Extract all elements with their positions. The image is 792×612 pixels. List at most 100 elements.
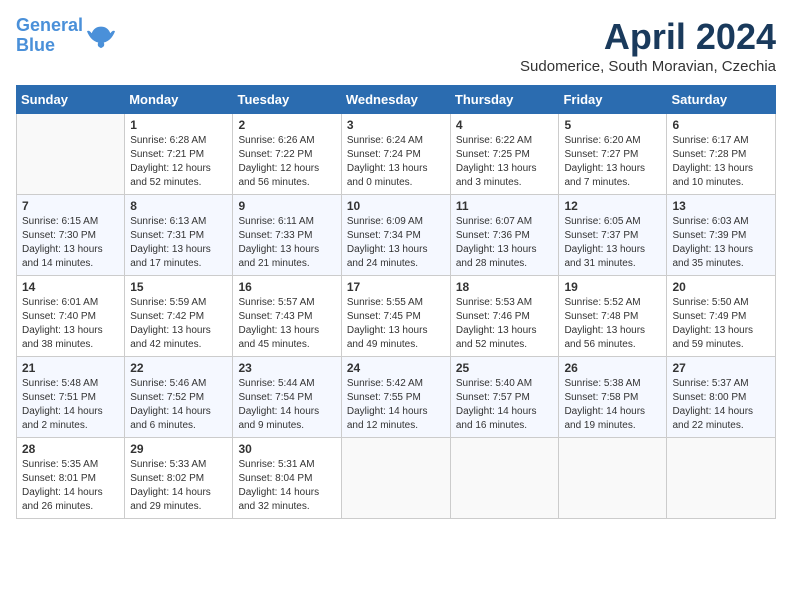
- week-row-3: 14 Sunrise: 6:01 AM Sunset: 7:40 PM Dayli…: [17, 276, 776, 357]
- day-content: Sunrise: 6:22 AM Sunset: 7:25 PM Dayligh…: [456, 134, 554, 190]
- day-number: 20: [672, 280, 770, 294]
- weekday-header-friday: Friday: [559, 86, 667, 114]
- day-number: 2: [238, 118, 335, 132]
- weekday-header-monday: Monday: [125, 86, 233, 114]
- calendar-cell: [667, 438, 776, 519]
- day-content: Sunrise: 5:46 AM Sunset: 7:52 PM Dayligh…: [130, 377, 227, 433]
- day-content: Sunrise: 5:55 AM Sunset: 7:45 PM Dayligh…: [347, 296, 445, 352]
- day-content: Sunrise: 5:57 AM Sunset: 7:43 PM Dayligh…: [238, 296, 335, 352]
- day-content: Sunrise: 6:09 AM Sunset: 7:34 PM Dayligh…: [347, 215, 445, 271]
- day-content: Sunrise: 5:38 AM Sunset: 7:58 PM Dayligh…: [564, 377, 661, 433]
- day-number: 4: [456, 118, 554, 132]
- day-content: Sunrise: 6:03 AM Sunset: 7:39 PM Dayligh…: [672, 215, 770, 271]
- weekday-header-row: SundayMondayTuesdayWednesdayThursdayFrid…: [17, 86, 776, 114]
- day-content: Sunrise: 6:05 AM Sunset: 7:37 PM Dayligh…: [564, 215, 661, 271]
- day-content: Sunrise: 6:26 AM Sunset: 7:22 PM Dayligh…: [238, 134, 335, 190]
- day-content: Sunrise: 6:01 AM Sunset: 7:40 PM Dayligh…: [22, 296, 119, 352]
- calendar-cell: 25Sunrise: 5:40 AM Sunset: 7:57 PM Dayli…: [450, 357, 559, 438]
- calendar-cell: 21 Sunrise: 5:48 AM Sunset: 7:51 PM Dayli…: [17, 357, 125, 438]
- day-number: 15: [130, 280, 227, 294]
- day-content: Sunrise: 6:20 AM Sunset: 7:27 PM Dayligh…: [564, 134, 661, 190]
- day-number: 12: [564, 199, 661, 213]
- week-row-2: 7 Sunrise: 6:15 AM Sunset: 7:30 PM Daylig…: [17, 195, 776, 276]
- day-content: Sunrise: 6:11 AM Sunset: 7:33 PM Dayligh…: [238, 215, 335, 271]
- day-number: 24: [347, 361, 445, 375]
- day-content: Sunrise: 6:13 AM Sunset: 7:31 PM Dayligh…: [130, 215, 227, 271]
- calendar-cell: 10 Sunrise: 6:09 AM Sunset: 7:34 PM Dayli…: [341, 195, 450, 276]
- day-content: Sunrise: 5:44 AM Sunset: 7:54 PM Dayligh…: [238, 377, 335, 433]
- day-content: Sunrise: 5:48 AM Sunset: 7:51 PM Dayligh…: [22, 377, 119, 433]
- calendar-cell: 11 Sunrise: 6:07 AM Sunset: 7:36 PM Dayli…: [450, 195, 559, 276]
- day-number: 11: [456, 199, 554, 213]
- title-block: April 2024 Sudomerice, South Moravian, C…: [520, 16, 776, 75]
- calendar-cell: 20 Sunrise: 5:50 AM Sunset: 7:49 PM Dayli…: [667, 276, 776, 357]
- day-content: Sunrise: 6:28 AM Sunset: 7:21 PM Dayligh…: [130, 134, 227, 190]
- calendar-cell: 5 Sunrise: 6:20 AM Sunset: 7:27 PM Daylig…: [559, 114, 667, 195]
- calendar-cell: 8 Sunrise: 6:13 AM Sunset: 7:31 PM Daylig…: [125, 195, 233, 276]
- calendar-cell: 4 Sunrise: 6:22 AM Sunset: 7:25 PM Daylig…: [450, 114, 559, 195]
- day-number: 3: [347, 118, 445, 132]
- day-content: Sunrise: 5:33 AM Sunset: 8:02 PM Dayligh…: [130, 458, 227, 514]
- day-number: 1: [130, 118, 227, 132]
- weekday-header-thursday: Thursday: [450, 86, 559, 114]
- day-content: Sunrise: 5:50 AM Sunset: 7:49 PM Dayligh…: [672, 296, 770, 352]
- day-content: Sunrise: 5:42 AM Sunset: 7:55 PM Dayligh…: [347, 377, 445, 433]
- day-number: 25: [456, 361, 554, 375]
- calendar-cell: 18Sunrise: 5:53 AM Sunset: 7:46 PM Dayli…: [450, 276, 559, 357]
- calendar-cell: [17, 114, 125, 195]
- logo-text: GeneralBlue: [16, 16, 83, 56]
- day-content: Sunrise: 6:15 AM Sunset: 7:30 PM Dayligh…: [22, 215, 119, 271]
- calendar-cell: 12 Sunrise: 6:05 AM Sunset: 7:37 PM Dayli…: [559, 195, 667, 276]
- day-number: 16: [238, 280, 335, 294]
- day-number: 7: [22, 199, 119, 213]
- day-number: 9: [238, 199, 335, 213]
- calendar-cell: 13 Sunrise: 6:03 AM Sunset: 7:39 PM Dayli…: [667, 195, 776, 276]
- calendar-cell: 9 Sunrise: 6:11 AM Sunset: 7:33 PM Daylig…: [233, 195, 341, 276]
- weekday-header-wednesday: Wednesday: [341, 86, 450, 114]
- calendar-cell: 30Sunrise: 5:31 AM Sunset: 8:04 PM Dayli…: [233, 438, 341, 519]
- calendar-cell: 17 Sunrise: 5:55 AM Sunset: 7:45 PM Dayli…: [341, 276, 450, 357]
- calendar-cell: 29 Sunrise: 5:33 AM Sunset: 8:02 PM Dayli…: [125, 438, 233, 519]
- calendar-cell: 27 Sunrise: 5:37 AM Sunset: 8:00 PM Dayli…: [667, 357, 776, 438]
- calendar-cell: 28Sunrise: 5:35 AM Sunset: 8:01 PM Dayli…: [17, 438, 125, 519]
- weekday-header-sunday: Sunday: [17, 86, 125, 114]
- calendar-cell: 24 Sunrise: 5:42 AM Sunset: 7:55 PM Dayli…: [341, 357, 450, 438]
- day-number: 30: [238, 442, 335, 456]
- day-number: 14: [22, 280, 119, 294]
- day-content: Sunrise: 5:35 AM Sunset: 8:01 PM Dayligh…: [22, 458, 119, 514]
- day-number: 5: [564, 118, 661, 132]
- day-number: 26: [564, 361, 661, 375]
- day-content: Sunrise: 5:52 AM Sunset: 7:48 PM Dayligh…: [564, 296, 661, 352]
- day-content: Sunrise: 5:37 AM Sunset: 8:00 PM Dayligh…: [672, 377, 770, 433]
- day-number: 13: [672, 199, 770, 213]
- day-number: 21: [22, 361, 119, 375]
- day-number: 10: [347, 199, 445, 213]
- weekday-header-saturday: Saturday: [667, 86, 776, 114]
- logo: GeneralBlue: [16, 16, 115, 56]
- calendar-cell: 3 Sunrise: 6:24 AM Sunset: 7:24 PM Daylig…: [341, 114, 450, 195]
- calendar-cell: 22Sunrise: 5:46 AM Sunset: 7:52 PM Dayli…: [125, 357, 233, 438]
- location: Sudomerice, South Moravian, Czechia: [520, 58, 776, 75]
- calendar-cell: 19 Sunrise: 5:52 AM Sunset: 7:48 PM Dayli…: [559, 276, 667, 357]
- month-title: April 2024: [520, 16, 776, 58]
- day-number: 17: [347, 280, 445, 294]
- day-content: Sunrise: 6:07 AM Sunset: 7:36 PM Dayligh…: [456, 215, 554, 271]
- calendar-cell: 16 Sunrise: 5:57 AM Sunset: 7:43 PM Dayli…: [233, 276, 341, 357]
- week-row-5: 28Sunrise: 5:35 AM Sunset: 8:01 PM Dayli…: [17, 438, 776, 519]
- day-number: 27: [672, 361, 770, 375]
- day-content: Sunrise: 5:59 AM Sunset: 7:42 PM Dayligh…: [130, 296, 227, 352]
- day-number: 6: [672, 118, 770, 132]
- week-row-4: 21 Sunrise: 5:48 AM Sunset: 7:51 PM Dayli…: [17, 357, 776, 438]
- day-number: 19: [564, 280, 661, 294]
- calendar-cell: 6Sunrise: 6:17 AM Sunset: 7:28 PM Daylig…: [667, 114, 776, 195]
- calendar-cell: 2 Sunrise: 6:26 AM Sunset: 7:22 PM Daylig…: [233, 114, 341, 195]
- calendar-cell: [450, 438, 559, 519]
- day-content: Sunrise: 6:24 AM Sunset: 7:24 PM Dayligh…: [347, 134, 445, 190]
- day-number: 8: [130, 199, 227, 213]
- calendar-cell: 1 Sunrise: 6:28 AM Sunset: 7:21 PM Daylig…: [125, 114, 233, 195]
- week-row-1: 1 Sunrise: 6:28 AM Sunset: 7:21 PM Daylig…: [17, 114, 776, 195]
- day-number: 29: [130, 442, 227, 456]
- day-number: 23: [238, 361, 335, 375]
- calendar-table: SundayMondayTuesdayWednesdayThursdayFrid…: [16, 85, 776, 519]
- calendar-cell: 23 Sunrise: 5:44 AM Sunset: 7:54 PM Dayli…: [233, 357, 341, 438]
